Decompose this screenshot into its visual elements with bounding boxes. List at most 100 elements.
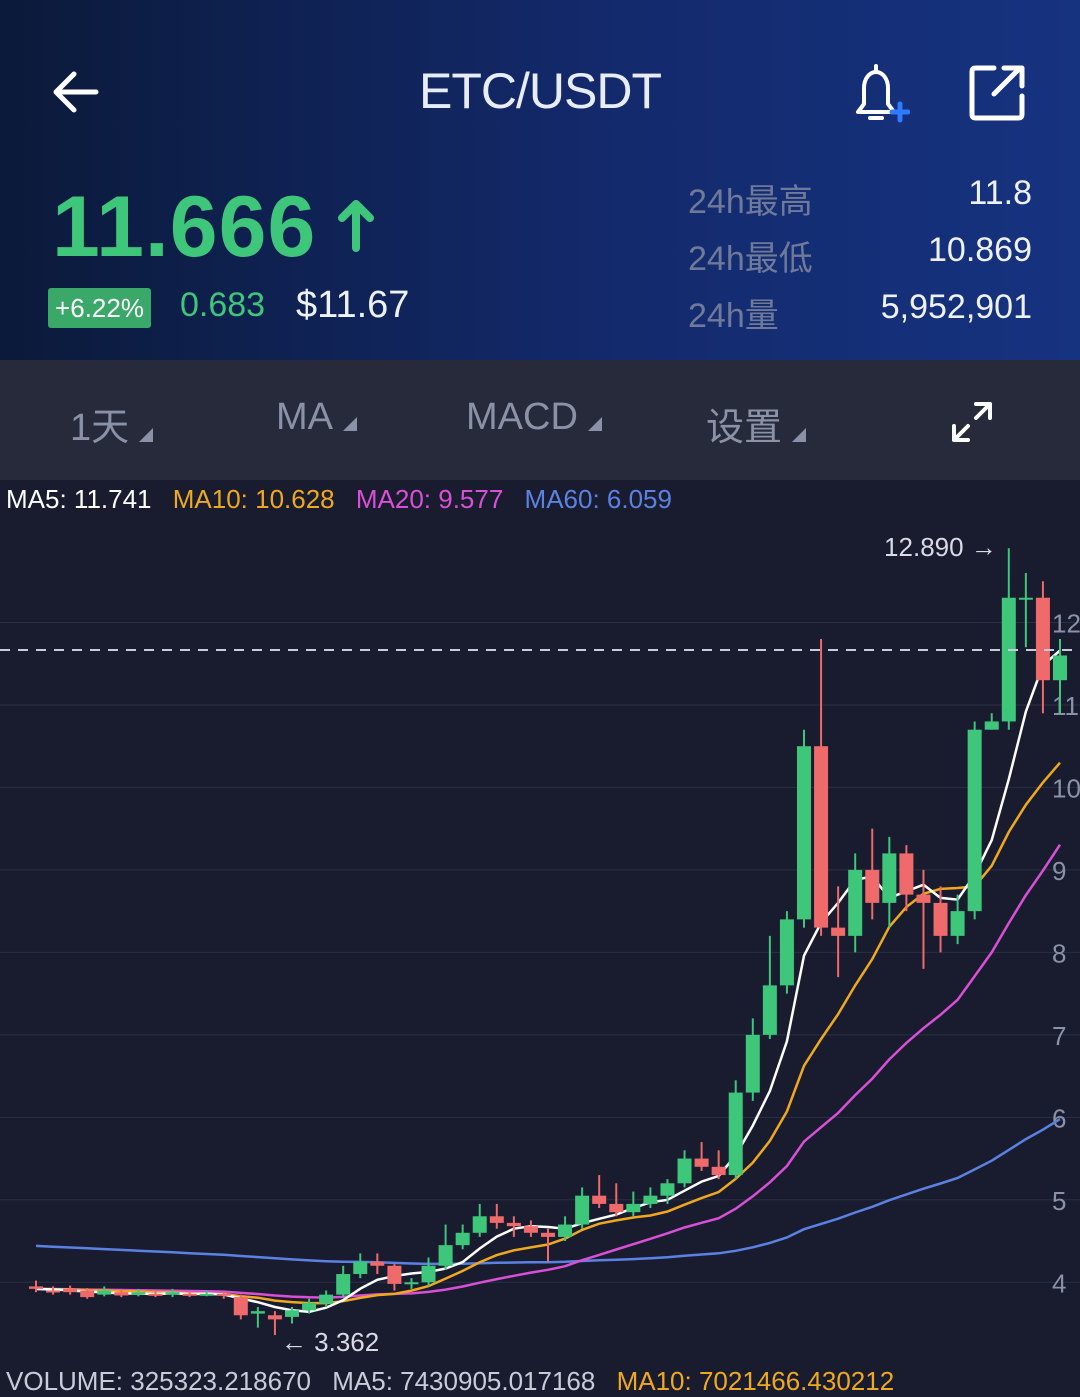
candle-body xyxy=(728,1092,743,1176)
candle-body xyxy=(797,746,811,920)
y-tick-label: 9 xyxy=(1052,856,1066,886)
share-icon[interactable] xyxy=(964,60,1030,126)
settings-selector[interactable]: 设置 xyxy=(706,396,807,451)
ma-legend: MA5: 11.741 MA10: 10.628 MA20: 9.577 MA6… xyxy=(6,484,686,515)
volume-value: VOLUME: 325323.218670 xyxy=(6,1366,311,1396)
candle-body xyxy=(319,1294,334,1304)
candle-body xyxy=(523,1226,538,1233)
candle-body xyxy=(455,1232,470,1246)
candle-body xyxy=(626,1203,641,1213)
candle-body xyxy=(916,894,931,903)
main-indicator-selector[interactable]: MA xyxy=(276,396,357,439)
volume-ma5: MA5: 7430905.017168 xyxy=(332,1366,596,1396)
max-price-label: 12.890 → xyxy=(884,532,997,562)
candle-body xyxy=(285,1310,299,1317)
ma10-legend: MA10: 10.628 xyxy=(172,484,335,514)
stat-low-label: 24h最低 xyxy=(688,240,813,278)
candle-body xyxy=(216,1293,231,1296)
interval-selector[interactable]: 1天 xyxy=(70,396,154,451)
sub-indicator-selector[interactable]: MACD xyxy=(466,396,602,439)
candle-body xyxy=(814,746,829,928)
interval-label: 1天 xyxy=(70,407,130,449)
y-tick-label: 8 xyxy=(1052,938,1066,968)
ticker-header: ETC/USDT 11.666 +6.22% 0.683 $11.67 24h最… xyxy=(0,0,1080,360)
volume-legend: VOLUME: 325323.218670 MA5: 7430905.01716… xyxy=(6,1366,908,1397)
candle-body xyxy=(370,1261,385,1266)
candle-body xyxy=(489,1216,504,1223)
volume-ma10: MA10: 7021466.430212 xyxy=(616,1366,895,1396)
y-tick-label: 12 xyxy=(1052,608,1080,638)
y-tick-label: 5 xyxy=(1052,1186,1066,1216)
candle-body xyxy=(643,1195,658,1204)
main-indicator-label: MA xyxy=(276,396,333,438)
sub-indicator-label: MACD xyxy=(466,396,578,438)
ma5-line xyxy=(35,649,1061,1314)
candle-body xyxy=(609,1203,624,1213)
candle-body xyxy=(967,729,982,912)
candle-body xyxy=(63,1288,78,1293)
candle-body xyxy=(779,919,794,986)
dropdown-triangle-icon xyxy=(343,417,357,431)
candle-body xyxy=(711,1166,726,1176)
candle-body xyxy=(1001,597,1016,722)
candle-body xyxy=(233,1297,248,1316)
candlestick-chart[interactable]: 12111098765412.890 →← 3.362 xyxy=(0,520,1080,1360)
expand-icon[interactable] xyxy=(950,400,994,444)
candle-body xyxy=(182,1293,197,1296)
dropdown-triangle-icon xyxy=(139,428,154,442)
candle-body xyxy=(80,1290,95,1298)
stat-volume-value: 5,952,901 xyxy=(880,288,1032,326)
candle-body xyxy=(592,1195,607,1204)
candle-body xyxy=(250,1311,265,1314)
candle-body xyxy=(302,1302,317,1311)
y-tick-label: 11 xyxy=(1052,691,1079,721)
candle-body xyxy=(865,869,880,903)
candle-body xyxy=(984,721,999,730)
candle-body xyxy=(353,1261,368,1275)
stat-volume-label: 24h量 xyxy=(688,297,779,335)
change-percent-badge: +6.22% xyxy=(48,288,151,328)
dropdown-triangle-icon xyxy=(792,428,807,442)
candle-body xyxy=(899,853,914,895)
stat-high-value: 11.8 xyxy=(968,174,1032,212)
ma10-line xyxy=(35,761,1061,1305)
candle-body xyxy=(882,853,897,903)
bell-plus-icon[interactable] xyxy=(848,60,910,126)
ma60-legend: MA60: 6.059 xyxy=(524,484,672,514)
top-bar: ETC/USDT xyxy=(0,50,1080,140)
page-title: ETC/USDT xyxy=(419,63,662,119)
stat-high-label: 24h最高 xyxy=(688,183,813,221)
candle-body xyxy=(1053,655,1067,681)
candle-body xyxy=(831,927,846,936)
candle-body xyxy=(438,1245,453,1266)
candle-body xyxy=(97,1290,112,1295)
candle-body xyxy=(1018,597,1033,600)
ma5-legend: MA5: 11.741 xyxy=(6,484,152,514)
candle-body xyxy=(46,1290,61,1293)
dropdown-triangle-icon xyxy=(587,417,602,431)
candle-body xyxy=(148,1293,163,1296)
candle-body xyxy=(677,1158,692,1184)
candle-body xyxy=(694,1158,709,1167)
candle-body xyxy=(199,1293,214,1296)
y-tick-label: 10 xyxy=(1052,773,1080,803)
candle-body xyxy=(472,1216,487,1233)
change-amount: 0.683 xyxy=(180,286,266,324)
price-usd: $11.67 xyxy=(296,284,410,326)
y-tick-label: 7 xyxy=(1052,1021,1066,1051)
last-price: 11.666 xyxy=(52,179,317,275)
settings-label: 设置 xyxy=(706,407,783,449)
chart-toolbar: 1天 MA MACD 设置 xyxy=(0,360,1080,480)
candle-body xyxy=(950,911,965,936)
candle-body xyxy=(267,1315,282,1320)
candle-body xyxy=(506,1222,521,1227)
stat-low-value: 10.869 xyxy=(928,231,1032,269)
candle-body xyxy=(575,1195,590,1225)
candle-body xyxy=(933,902,948,936)
arrow-up-icon xyxy=(338,200,374,252)
candle-body xyxy=(387,1265,402,1284)
candle-body xyxy=(745,1034,760,1093)
candle-body xyxy=(558,1224,573,1237)
candle-body xyxy=(541,1232,555,1237)
candle-body xyxy=(848,869,863,936)
